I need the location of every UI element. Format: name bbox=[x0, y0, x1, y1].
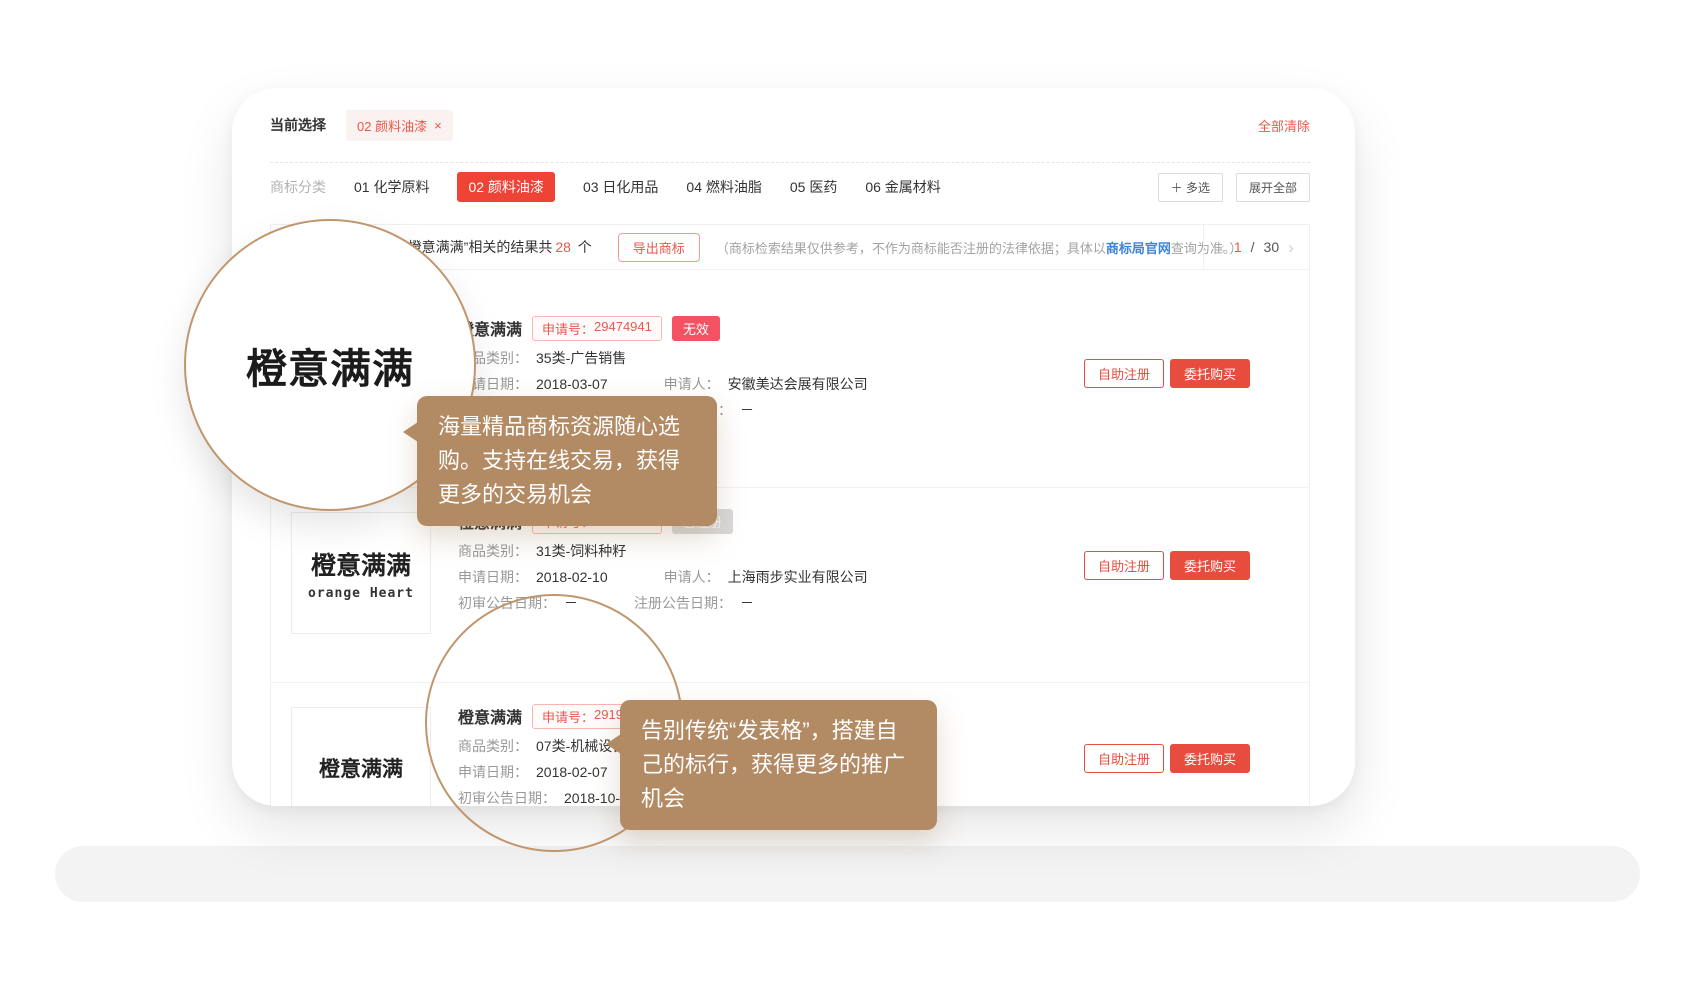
applicant-label: 申请人： bbox=[664, 567, 720, 587]
results-count: 28 bbox=[555, 239, 571, 255]
category-value: 31类-饲料种籽 bbox=[536, 541, 626, 561]
tooltip-marketplace: 海量精品商标资源随心选购。支持在线交易，获得更多的交易机会 bbox=[417, 396, 717, 526]
filter-bar: 当前选择 02 颜料油漆 × 全部清除 bbox=[270, 88, 1310, 162]
reg-notice-label: 注册公告日期： bbox=[634, 593, 732, 613]
prev-page-icon[interactable]: ‹ bbox=[1219, 239, 1225, 256]
entrust-buy-button[interactable]: 委托购买 bbox=[1170, 359, 1250, 388]
tooltip-arrow-icon bbox=[403, 422, 418, 442]
application-number-label: 申请号： bbox=[542, 319, 594, 338]
export-trademarks-button[interactable]: 导出商标 bbox=[618, 233, 700, 262]
status-badge: 无效 bbox=[672, 316, 720, 341]
selected-filter-tag-label: 02 颜料油漆 bbox=[357, 116, 427, 135]
apply-date-value: 2018-02-10 bbox=[536, 569, 608, 585]
tooltip-promotion-text: 告别传统“发表格”，搭建自己的标行，获得更多的推广机会 bbox=[641, 718, 905, 811]
trademark-image-subtext: orange Heart bbox=[308, 586, 414, 601]
category-label: 商品类别： bbox=[458, 541, 528, 561]
apply-date-value: 2018-03-07 bbox=[536, 376, 608, 392]
apply-date-label: 申请日期： bbox=[458, 567, 528, 587]
entrust-buy-button[interactable]: 委托购买 bbox=[1170, 551, 1250, 580]
category-bar-actions: ＋ 多选 展开全部 bbox=[1158, 173, 1310, 202]
trademark-office-link[interactable]: 商标局官网 bbox=[1106, 241, 1171, 256]
tooltip-promotion: 告别传统“发表格”，搭建自己的标行，获得更多的推广机会 bbox=[620, 700, 937, 830]
application-number-tag: 申请号：29474941 bbox=[532, 316, 662, 341]
multi-select-button[interactable]: ＋ 多选 bbox=[1158, 173, 1223, 202]
page-separator: / bbox=[1251, 239, 1255, 255]
category-item-05[interactable]: 05 医药 bbox=[790, 177, 837, 197]
selected-filter-tag[interactable]: 02 颜料油漆 × bbox=[346, 110, 453, 141]
self-register-button[interactable]: 自助注册 bbox=[1084, 359, 1164, 388]
self-register-button[interactable]: 自助注册 bbox=[1084, 551, 1164, 580]
category-bar-label: 商标分类 bbox=[270, 177, 326, 197]
row-actions: 自助注册 委托购买 bbox=[1084, 744, 1250, 773]
tooltip-marketplace-text: 海量精品商标资源随心选购。支持在线交易，获得更多的交易机会 bbox=[438, 414, 680, 507]
tooltip-arrow-icon bbox=[606, 734, 621, 754]
reg-notice-value: － bbox=[740, 593, 754, 613]
applicant-value: 上海雨步实业有限公司 bbox=[728, 567, 868, 587]
applicant-label: 申请人： bbox=[664, 374, 720, 394]
pagination: ‹ 1 / 30 › bbox=[1203, 225, 1309, 269]
category-item-03[interactable]: 03 日化用品 bbox=[583, 177, 658, 197]
category-item-06[interactable]: 06 金属材料 bbox=[865, 177, 940, 197]
current-page: 1 bbox=[1234, 239, 1242, 255]
category-bar: 商标分类 01 化学原料 02 颜料油漆 03 日化用品 04 燃料油脂 05 … bbox=[270, 163, 1310, 211]
disclaimer-pre: （商标检索结果仅供参考，不作为商标能否注册的法律依据；具体以 bbox=[716, 241, 1106, 256]
current-selection-label: 当前选择 bbox=[270, 115, 326, 135]
remove-filter-icon[interactable]: × bbox=[434, 119, 442, 132]
row-actions: 自助注册 委托购买 bbox=[1084, 359, 1250, 388]
row-actions: 自助注册 委托购买 bbox=[1084, 551, 1250, 580]
disclaimer-text: （商标检索结果仅供参考，不作为商标能否注册的法律依据；具体以商标局官网查询为准。… bbox=[716, 238, 1243, 257]
reg-notice-value: － bbox=[740, 400, 754, 420]
application-number: 29474941 bbox=[594, 319, 652, 338]
total-pages: 30 bbox=[1264, 239, 1280, 255]
category-item-02-active[interactable]: 02 颜料油漆 bbox=[457, 172, 554, 202]
category-value: 35类-广告销售 bbox=[536, 348, 626, 368]
page-background: 当前选择 02 颜料油漆 × 全部清除 商标分类 01 化学原料 02 颜料油漆… bbox=[0, 0, 1696, 1002]
trademark-image: 橙意满满 orange Heart bbox=[291, 512, 431, 634]
trademark-image: 橙意满满 bbox=[291, 707, 431, 806]
trademark-image-text: 橙意满满 bbox=[311, 546, 411, 582]
category-item-01[interactable]: 01 化学原料 bbox=[354, 177, 429, 197]
next-page-icon[interactable]: › bbox=[1288, 239, 1294, 256]
trademark-image-text: 橙意满满 bbox=[319, 753, 403, 783]
magnified-trademark-text: 橙意满满 bbox=[246, 335, 414, 395]
laptop-base bbox=[55, 846, 1640, 902]
category-item-04[interactable]: 04 燃料油脂 bbox=[686, 177, 761, 197]
self-register-button[interactable]: 自助注册 bbox=[1084, 744, 1164, 773]
expand-all-button[interactable]: 展开全部 bbox=[1236, 173, 1310, 202]
applicant-value: 安徽美达会展有限公司 bbox=[728, 374, 868, 394]
entrust-buy-button[interactable]: 委托购买 bbox=[1170, 744, 1250, 773]
results-summary-unit: 个 bbox=[574, 239, 592, 255]
clear-all-link[interactable]: 全部清除 bbox=[1258, 116, 1310, 135]
